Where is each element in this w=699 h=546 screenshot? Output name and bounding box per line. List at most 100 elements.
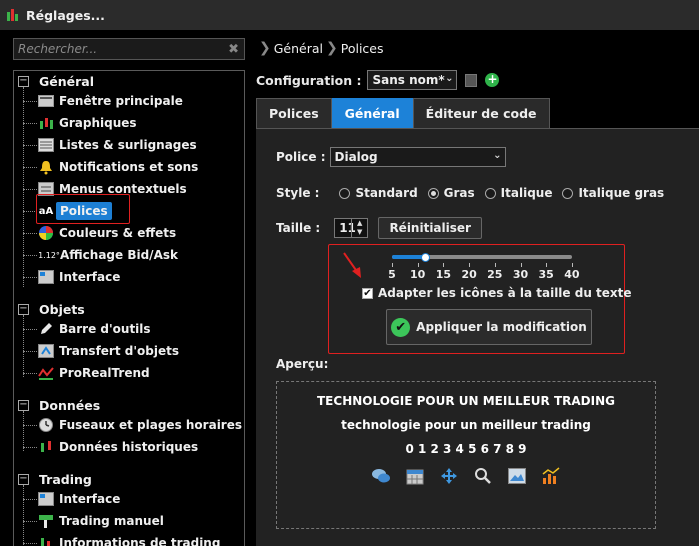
preview-digits: 0 1 2 3 4 5 6 7 8 9 (405, 442, 527, 456)
search-input[interactable] (18, 42, 218, 56)
tab-code-editor[interactable]: Éditeur de code (412, 98, 550, 129)
slider-tick-label: 20 (461, 268, 477, 281)
size-label: Taille : (276, 221, 321, 235)
tab-fonts[interactable]: Polices (256, 98, 332, 129)
style-row: Style : Standard Gras Italique Italique … (276, 186, 674, 200)
size-stepper[interactable]: 11 ▲ ▼ (334, 218, 369, 238)
configuration-label: Configuration : (256, 72, 362, 88)
configuration-select[interactable]: Sans nom* ⌄ (367, 70, 458, 90)
window-title: Réglages... (26, 7, 105, 23)
collapse-icon[interactable]: − (18, 473, 29, 485)
size-row: Taille : 11 ▲ ▼ Réinitialiser (276, 217, 483, 239)
highlight-box-fonts (36, 194, 130, 224)
color-wheel-icon (38, 225, 54, 241)
interface-icon (38, 269, 54, 285)
settings-content: ❯ Général ❯ Polices Configuration : Sans… (254, 30, 699, 546)
clock-icon (38, 417, 54, 433)
tree-item-historical-data[interactable]: Données historiques (23, 437, 198, 457)
chevron-down-icon: ⌄ (493, 150, 502, 161)
image-icon (507, 466, 527, 486)
adapt-icons-label: Adapter les icônes à la taille du texte (378, 286, 632, 300)
preview-uppercase: TECHNOLOGIE POUR UN MEILLEUR TRADING (317, 394, 615, 408)
tree-group-data[interactable]: − Données (14, 395, 100, 415)
chevron-right-icon: ❯ (259, 40, 271, 56)
size-slider-knob[interactable] (421, 252, 430, 262)
slider-tick (417, 263, 419, 267)
style-radio-bold-italic[interactable]: Italique gras (562, 186, 664, 200)
chevron-down-icon: ⌄ (445, 73, 454, 84)
magnifier-icon (473, 466, 493, 486)
style-radio-italic[interactable]: Italique (484, 186, 552, 200)
tree-item-manual-trading[interactable]: Trading manuel (23, 511, 164, 531)
transfer-icon (38, 343, 54, 359)
add-icon[interactable]: + (485, 73, 500, 87)
tree-item-trading-info[interactable]: Informations de trading (23, 533, 220, 546)
tree-item-notifications[interactable]: Notifications et sons (23, 157, 198, 177)
tree-group-trading[interactable]: − Trading (14, 469, 92, 489)
chart-icon (38, 115, 54, 131)
tree-item-prorealtrend[interactable]: ProRealTrend (23, 363, 150, 383)
slider-tick-label: 10 (410, 268, 426, 281)
breadcrumb-general[interactable]: Général (274, 41, 323, 56)
chevron-right-icon: ❯ (326, 40, 338, 56)
style-label: Style : (276, 186, 320, 200)
stepper-arrows-icon[interactable]: ▲ ▼ (351, 219, 367, 237)
style-radio-standard[interactable]: Standard (339, 186, 418, 200)
slider-tick (469, 263, 471, 267)
bid-ask-icon: 1.12° (38, 250, 60, 260)
calendar-icon (405, 466, 425, 486)
adapt-icons-checkbox[interactable]: ✔ (362, 287, 373, 299)
apply-button[interactable]: ✔ Appliquer la modification (386, 309, 592, 345)
font-row: Police : Dialog ⌄ (276, 147, 506, 167)
search-box: ✖ (13, 38, 245, 60)
slider-tick (392, 263, 393, 267)
tab-general[interactable]: Général (331, 98, 413, 129)
configuration-row: Configuration : Sans nom* ⌄ + (256, 70, 500, 90)
tree-group-general[interactable]: − Général (14, 71, 94, 91)
slider-tick-label: 5 (388, 268, 396, 281)
tree-item-main-window[interactable]: Fenêtre principale (23, 91, 183, 111)
bell-icon (38, 159, 54, 175)
slider-tick (520, 263, 522, 267)
clear-search-icon[interactable]: ✖ (228, 42, 239, 57)
collapse-icon[interactable]: − (18, 75, 29, 87)
trend-icon (38, 365, 54, 381)
slider-tick (571, 263, 573, 267)
slider-tick (546, 263, 548, 267)
settings-tree: − Général Fenêtre principale Graphiques … (13, 70, 245, 546)
settings-navigation: ✖ − Général Fenêtre principale Graphique… (0, 30, 254, 546)
tree-item-interface[interactable]: Interface (23, 267, 120, 287)
collapse-icon[interactable]: − (18, 303, 29, 315)
candles-icon (38, 439, 54, 455)
save-icon[interactable] (465, 73, 478, 87)
slider-tick-label: 35 (538, 268, 554, 281)
preview-icons (277, 466, 655, 486)
pencil-icon (38, 321, 54, 337)
tab-bar: Polices Général Éditeur de code (256, 98, 550, 129)
tree-group-objects[interactable]: − Objets (14, 299, 85, 319)
checkmark-icon: ✔ (391, 317, 411, 337)
tree-item-timezones[interactable]: Fuseaux et plages horaires (23, 415, 242, 435)
reset-button[interactable]: Réinitialiser (378, 217, 483, 239)
trading-info-icon (38, 535, 54, 546)
slider-tick-label: 25 (487, 268, 503, 281)
tree-item-bid-ask[interactable]: 1.12° Affichage Bid/Ask (23, 245, 178, 265)
tree-item-charts[interactable]: Graphiques (23, 113, 137, 133)
window-titlebar[interactable]: Réglages... (0, 0, 699, 30)
slider-tick-label: 15 (435, 268, 452, 281)
tree-item-object-transfer[interactable]: Transfert d'objets (23, 341, 179, 361)
bar-chart-icon (541, 466, 561, 486)
breadcrumb: ❯ Général ❯ Polices (256, 40, 384, 56)
tree-item-trading-interface[interactable]: Interface (23, 489, 120, 509)
tree-item-toolbar[interactable]: Barre d'outils (23, 319, 151, 339)
tree-item-lists[interactable]: Listes & surlignages (23, 135, 197, 155)
adapt-icons-row: ✔ Adapter les icônes à la taille du text… (362, 286, 632, 300)
tree-item-colors[interactable]: Couleurs & effets (23, 223, 176, 243)
collapse-icon[interactable]: − (18, 399, 29, 411)
font-select[interactable]: Dialog ⌄ (329, 147, 506, 167)
chat-icon (371, 466, 391, 486)
style-radio-bold[interactable]: Gras (427, 186, 475, 200)
slider-tick-label: 30 (512, 268, 529, 281)
candlestick-icon (6, 8, 20, 22)
window-icon (38, 93, 54, 109)
